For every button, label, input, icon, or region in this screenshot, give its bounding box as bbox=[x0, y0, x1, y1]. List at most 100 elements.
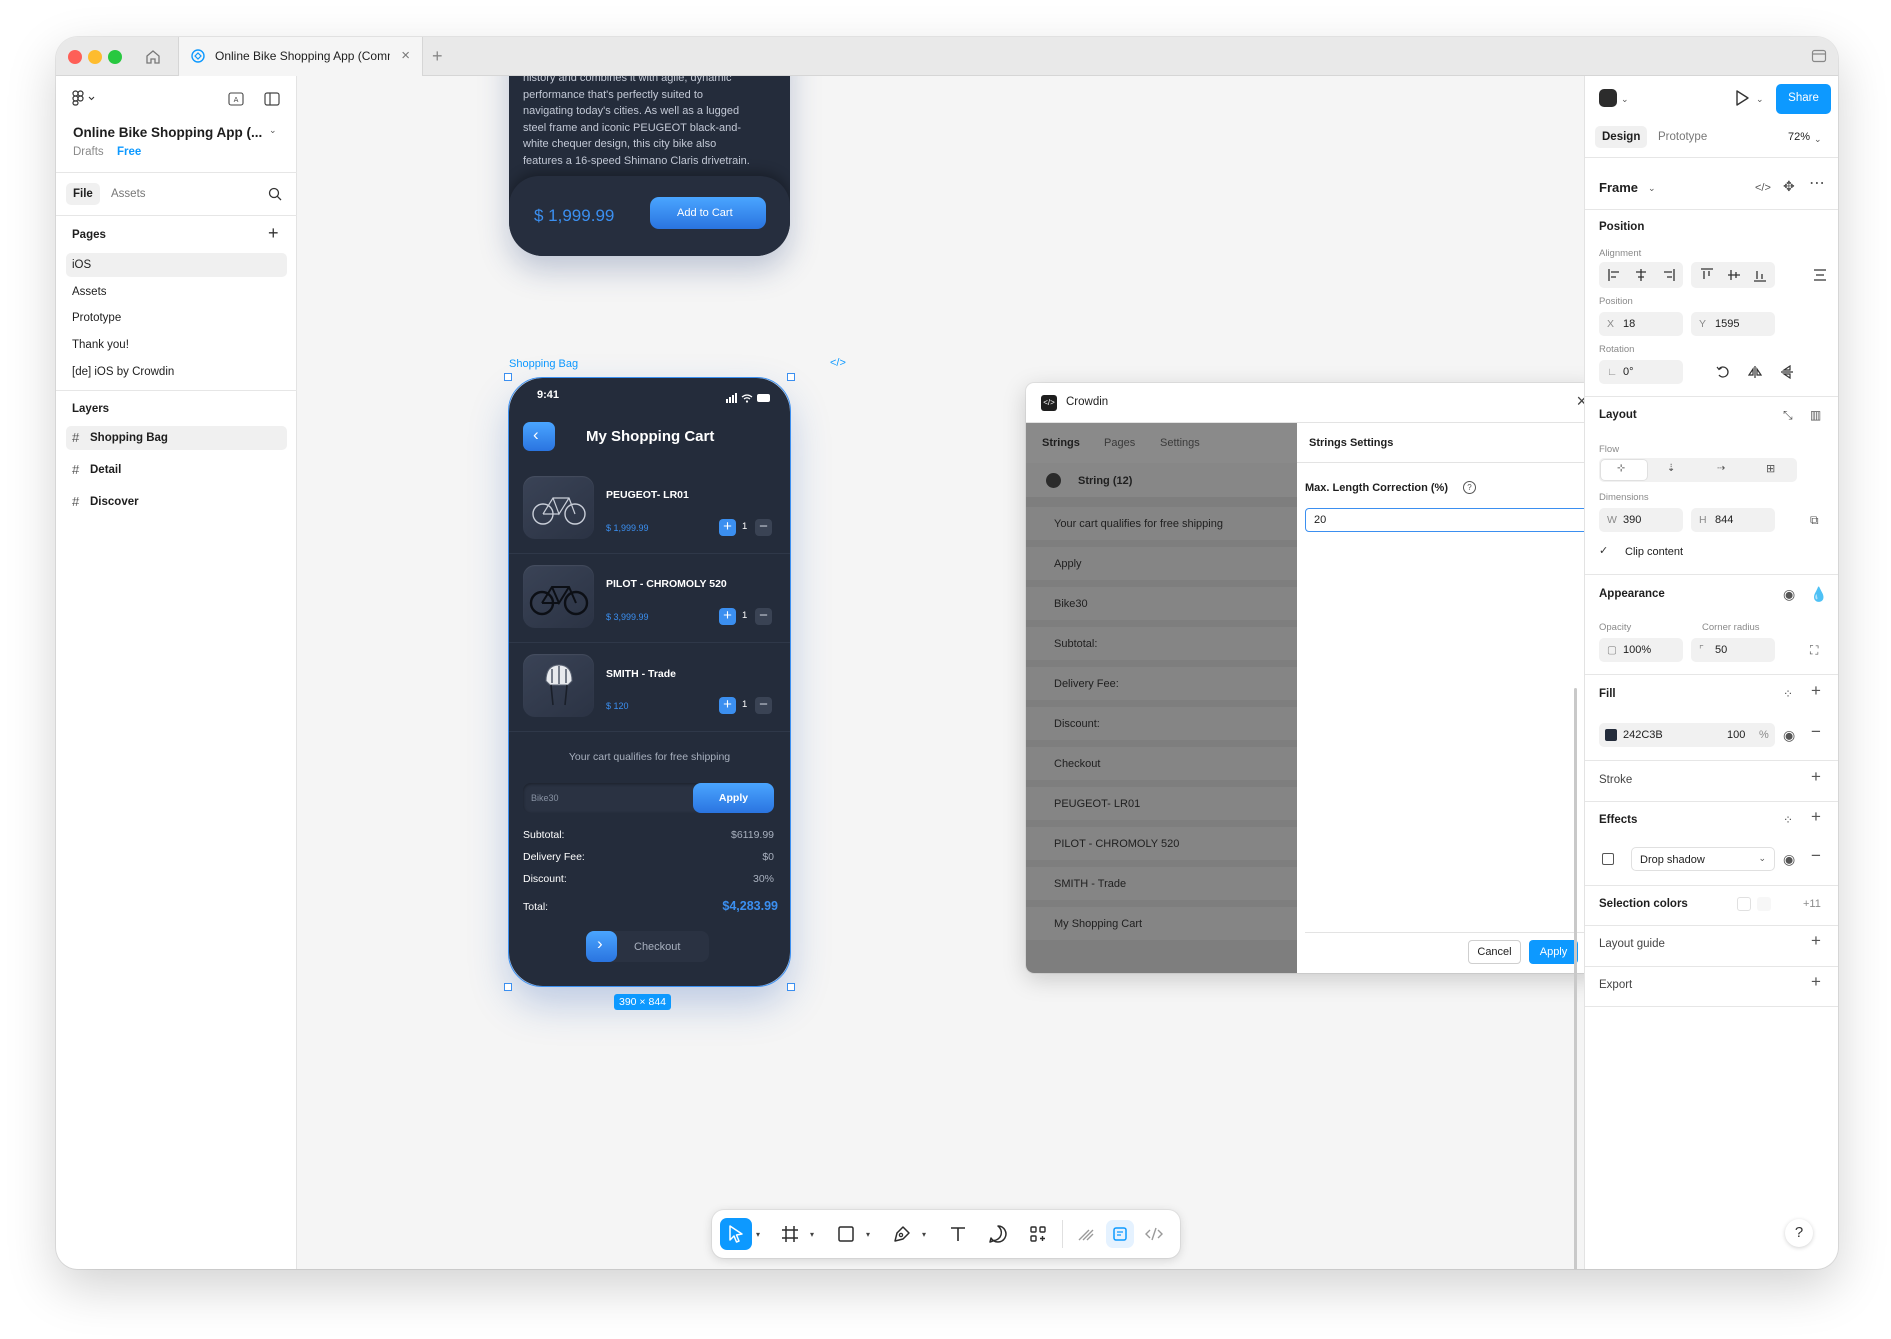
home-icon[interactable] bbox=[142, 46, 164, 68]
layer-shopping-bag[interactable]: # Shopping Bag bbox=[66, 426, 287, 450]
panel-layout-icon[interactable] bbox=[264, 92, 280, 111]
eye-icon[interactable]: ◉ bbox=[1783, 727, 1795, 743]
chevron-down-icon[interactable]: ⌄ bbox=[1621, 91, 1629, 107]
close-icon[interactable]: × bbox=[1576, 391, 1584, 412]
zoom-level[interactable]: 72% bbox=[1788, 131, 1810, 143]
add-stroke-icon[interactable]: + bbox=[1811, 768, 1821, 785]
drafts-link[interactable]: Drafts bbox=[73, 146, 104, 158]
rotate-icon[interactable] bbox=[1716, 365, 1730, 384]
remove-fill-icon[interactable]: − bbox=[1811, 723, 1821, 740]
individual-corners-icon[interactable]: ⛶ bbox=[1810, 642, 1818, 658]
dev-mode-icon[interactable] bbox=[1142, 1222, 1166, 1246]
align-center-icon[interactable] bbox=[1634, 268, 1648, 287]
tab-strings[interactable]: Strings bbox=[1042, 437, 1080, 449]
string-item[interactable]: Apply bbox=[1026, 547, 1297, 580]
chevron-down-icon[interactable]: ▾ bbox=[922, 1230, 926, 1239]
tab-file[interactable]: Online Bike Shopping App (Comm × bbox=[178, 37, 423, 76]
sidebar-toggle-icon[interactable] bbox=[1810, 47, 1828, 70]
avatar[interactable] bbox=[1599, 89, 1617, 107]
resize-handle[interactable] bbox=[787, 983, 795, 991]
fill-field[interactable]: 242C3B 100 % bbox=[1599, 723, 1775, 747]
frame-label[interactable]: Shopping Bag bbox=[509, 358, 578, 370]
corner-radius-field[interactable]: ⌜ 50 bbox=[1691, 638, 1775, 662]
comment-tool-icon[interactable] bbox=[986, 1222, 1010, 1246]
assets-tab[interactable]: Assets bbox=[111, 188, 146, 200]
eye-icon[interactable]: ◉ bbox=[1783, 586, 1795, 602]
collapse-icon[interactable]: ⤡ bbox=[1783, 407, 1793, 423]
zoom-window-button[interactable] bbox=[108, 50, 122, 64]
chevron-down-icon[interactable]: ▾ bbox=[866, 1230, 870, 1239]
draw-tool-icon[interactable] bbox=[1074, 1222, 1098, 1246]
y-field[interactable]: Y 1595 bbox=[1691, 312, 1775, 336]
string-item[interactable]: Checkout bbox=[1026, 747, 1297, 780]
string-item[interactable]: Bike30 bbox=[1026, 587, 1297, 620]
tab-settings[interactable]: Settings bbox=[1160, 437, 1200, 449]
opacity-field[interactable]: ▢ 100% bbox=[1599, 638, 1683, 662]
minimize-window-button[interactable] bbox=[88, 50, 102, 64]
more-icon[interactable]: ⋯ bbox=[1809, 176, 1825, 192]
file-name[interactable]: Online Bike Shopping App (... bbox=[73, 125, 262, 140]
ai-text-icon[interactable]: A bbox=[228, 92, 244, 111]
resize-handle[interactable] bbox=[504, 373, 512, 381]
selection-swatch[interactable] bbox=[1757, 897, 1771, 911]
flow-horizontal-icon[interactable]: ⇢ bbox=[1717, 463, 1725, 474]
width-field[interactable]: W 390 bbox=[1599, 508, 1683, 532]
resize-icon[interactable]: ⧉ bbox=[1810, 512, 1819, 528]
page-item-prototype[interactable]: Prototype bbox=[66, 306, 287, 330]
resize-handle[interactable] bbox=[504, 983, 512, 991]
add-effect-icon[interactable]: + bbox=[1811, 808, 1821, 825]
new-tab-icon[interactable]: + bbox=[432, 46, 443, 66]
chevron-down-icon[interactable]: ⌄ bbox=[1756, 91, 1764, 107]
eye-icon[interactable]: ◉ bbox=[1783, 851, 1795, 867]
components-tool-icon[interactable] bbox=[1026, 1222, 1050, 1246]
prototype-tab[interactable]: Prototype bbox=[1658, 131, 1707, 143]
remove-effect-icon[interactable]: − bbox=[1811, 847, 1821, 864]
add-fill-icon[interactable]: + bbox=[1811, 682, 1821, 699]
style-icon[interactable]: ⁘ bbox=[1783, 812, 1793, 828]
qty-plus-button[interactable]: + bbox=[719, 519, 736, 536]
text-tool-icon[interactable] bbox=[946, 1222, 970, 1246]
chevron-down-icon[interactable]: ⌄ bbox=[269, 125, 277, 136]
rectangle-tool-icon[interactable] bbox=[834, 1222, 858, 1246]
canvas[interactable]: history and combines it with agile, dyna… bbox=[297, 76, 1584, 1269]
selection-more[interactable]: +11 bbox=[1803, 898, 1821, 910]
detail-frame[interactable]: history and combines it with agile, dyna… bbox=[509, 76, 790, 256]
effect-checkbox[interactable] bbox=[1602, 853, 1614, 865]
code-icon[interactable]: </> bbox=[830, 357, 846, 369]
page-item-thank-you[interactable]: Thank you! bbox=[66, 333, 287, 357]
component-icon[interactable]: ✥ bbox=[1783, 178, 1795, 194]
chevron-down-icon[interactable]: ⌄ bbox=[1814, 131, 1822, 147]
search-icon[interactable] bbox=[268, 187, 282, 206]
frame-tool-icon[interactable] bbox=[778, 1222, 802, 1246]
add-layout-guide-icon[interactable]: + bbox=[1811, 932, 1821, 949]
string-item[interactable]: Your cart qualifies for free shipping bbox=[1026, 507, 1297, 540]
close-window-button[interactable] bbox=[68, 50, 82, 64]
shopping-bag-frame[interactable]: 9:41 ‹ My Shopping Cart PEUGEOT- LR01 $ … bbox=[509, 378, 790, 986]
flow-vertical-icon[interactable]: ⇣ bbox=[1667, 463, 1675, 474]
plan-badge[interactable]: Free bbox=[117, 146, 141, 158]
code-icon[interactable]: </> bbox=[1755, 180, 1771, 196]
flip-vertical-icon[interactable] bbox=[1780, 364, 1794, 384]
qty-minus-button[interactable]: − bbox=[755, 608, 772, 625]
flip-horizontal-icon[interactable] bbox=[1747, 365, 1763, 384]
auto-layout-icon[interactable]: ▥ bbox=[1810, 407, 1821, 423]
page-item-assets[interactable]: Assets bbox=[66, 280, 287, 304]
selection-swatch[interactable] bbox=[1737, 897, 1751, 911]
page-item-de-ios[interactable]: [de] iOS by Crowdin bbox=[66, 360, 287, 384]
distribute-icon[interactable] bbox=[1813, 268, 1827, 287]
add-export-icon[interactable]: + bbox=[1811, 973, 1821, 990]
rotation-field[interactable]: ∟ 0° bbox=[1599, 360, 1683, 384]
qty-plus-button[interactable]: + bbox=[719, 697, 736, 714]
string-item[interactable]: SMITH - Trade bbox=[1026, 867, 1297, 900]
pen-tool-icon[interactable] bbox=[890, 1222, 914, 1246]
effect-select[interactable]: Drop shadow ⌄ bbox=[1631, 847, 1775, 871]
qty-plus-button[interactable]: + bbox=[719, 608, 736, 625]
chevron-down-icon[interactable]: ▾ bbox=[756, 1230, 760, 1239]
align-middle-icon[interactable] bbox=[1727, 268, 1741, 287]
string-item[interactable]: Subtotal: bbox=[1026, 627, 1297, 660]
chevron-down-icon[interactable]: ▾ bbox=[810, 1230, 814, 1239]
align-right-icon[interactable] bbox=[1661, 268, 1675, 287]
tab-pages[interactable]: Pages bbox=[1104, 437, 1135, 449]
string-item[interactable]: My Shopping Cart bbox=[1026, 907, 1297, 940]
canvas-scrollbar[interactable] bbox=[1574, 688, 1577, 1269]
